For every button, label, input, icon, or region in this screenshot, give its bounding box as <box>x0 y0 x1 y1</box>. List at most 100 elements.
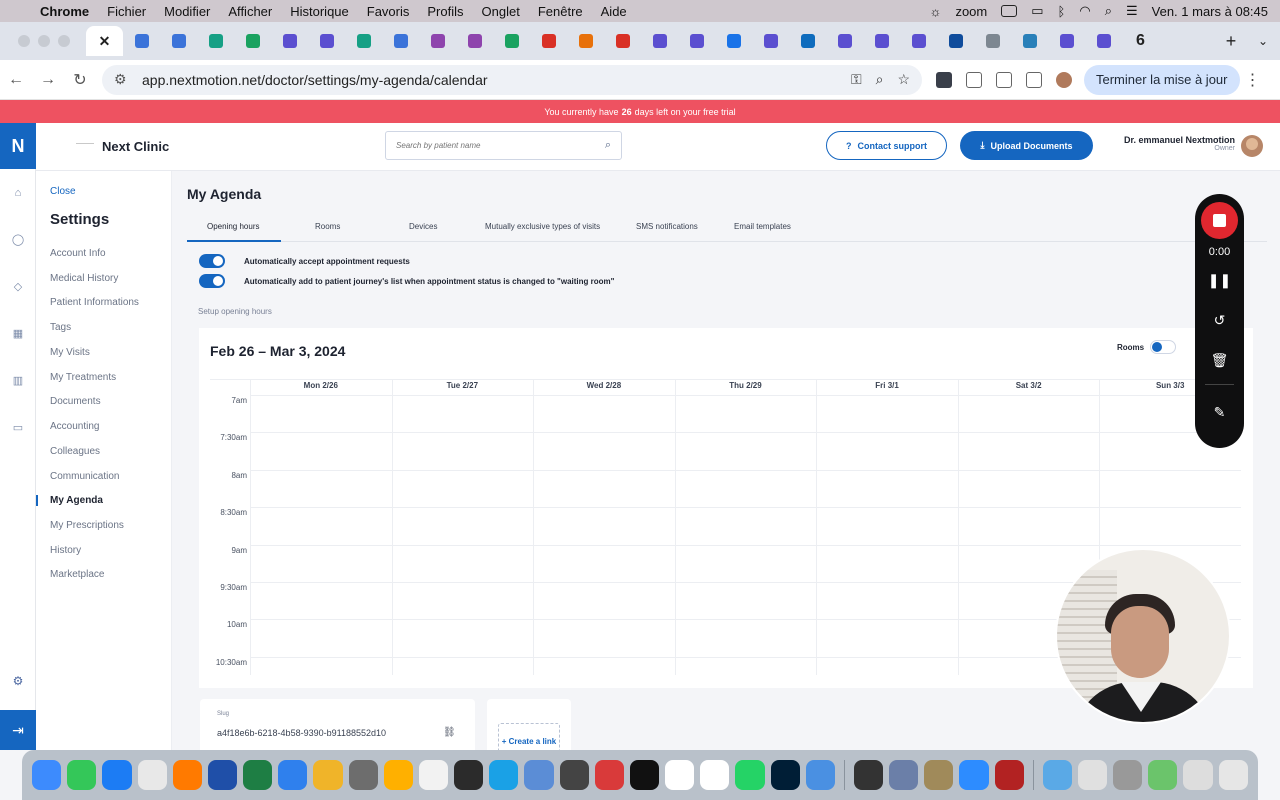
sidebar-item-history[interactable]: History <box>50 545 81 556</box>
close-tab-icon[interactable]: ✕ <box>99 33 111 50</box>
menu-aide[interactable]: Aide <box>601 4 627 19</box>
browser-tab[interactable] <box>234 26 271 56</box>
chat-icon[interactable]: ▭ <box>0 404 36 451</box>
browser-tab[interactable] <box>604 26 641 56</box>
close-settings-link[interactable]: Close <box>50 186 76 197</box>
wifi-icon[interactable]: ◠ <box>1079 3 1090 19</box>
browser-tab[interactable] <box>308 26 345 56</box>
dock-app-icon[interactable] <box>454 760 484 790</box>
forward-icon[interactable]: → <box>32 71 64 89</box>
dock-app-icon[interactable] <box>629 760 660 790</box>
sidebar-item-documents[interactable]: Documents <box>50 396 101 407</box>
download-icon[interactable] <box>996 71 1012 88</box>
sidebar-item-colleagues[interactable]: Colleagues <box>50 446 100 457</box>
dock-app-icon[interactable] <box>32 760 62 790</box>
dock-app-icon[interactable] <box>700 760 730 790</box>
browser-tab[interactable] <box>493 26 530 56</box>
sidebar-item-accounting[interactable]: Accounting <box>50 421 99 432</box>
browser-tab[interactable] <box>752 26 789 56</box>
browser-tab[interactable] <box>456 26 493 56</box>
browser-tab[interactable] <box>271 26 308 56</box>
dock-app-icon[interactable] <box>137 760 167 790</box>
create-link-button[interactable]: + Create a link <box>498 723 560 753</box>
dock-app-icon[interactable] <box>348 760 378 790</box>
stop-recording-button[interactable] <box>1201 202 1238 239</box>
minimize-window-button[interactable] <box>38 35 50 47</box>
browser-tab[interactable] <box>419 26 456 56</box>
dock-app-icon[interactable] <box>1218 760 1248 790</box>
menu-app-chrome[interactable]: Chrome <box>40 4 89 19</box>
menu-modifier[interactable]: Modifier <box>164 4 210 19</box>
bluetooth-icon[interactable]: ᛒ <box>1058 4 1066 19</box>
tab-email-templates[interactable]: Email templates <box>734 222 791 231</box>
dock-app-icon[interactable] <box>243 760 273 790</box>
sidebar-item-my-prescriptions[interactable]: My Prescriptions <box>50 520 124 531</box>
browser-tab[interactable] <box>937 26 974 56</box>
browser-tab[interactable] <box>826 26 863 56</box>
dock-app-icon[interactable] <box>735 760 765 790</box>
browser-tab[interactable] <box>1011 26 1048 56</box>
key-icon[interactable]: ⚿ <box>851 71 862 88</box>
copy-link-icon[interactable]: ⛓ <box>443 727 456 738</box>
tab-active[interactable]: ✕ <box>86 26 123 56</box>
dock-app-icon[interactable] <box>278 760 308 790</box>
menu-afficher[interactable]: Afficher <box>228 4 272 19</box>
user-info[interactable]: Dr. emmanuel Nextmotion Owner <box>1107 135 1235 152</box>
tab-search-button[interactable]: ⌄ <box>1246 34 1280 48</box>
browser-tab[interactable] <box>1085 26 1122 56</box>
sidebar-item-medical-history[interactable]: Medical History <box>50 273 118 284</box>
patients-icon[interactable]: ◯ <box>0 216 36 263</box>
auto-accept-toggle[interactable] <box>199 254 225 268</box>
dock-app-icon[interactable] <box>172 760 202 790</box>
zoom-status-item[interactable]: zoom <box>955 4 987 19</box>
battery-icon[interactable]: ▭ <box>1031 3 1043 19</box>
menu-favoris[interactable]: Favoris <box>367 4 410 19</box>
browser-tab[interactable] <box>900 26 937 56</box>
calendar-icon[interactable]: ▦ <box>0 310 36 357</box>
site-info-icon[interactable]: ⚙ <box>114 71 132 88</box>
search-icon[interactable]: ⌕ <box>605 139 611 152</box>
tab-mutually-exclusive[interactable]: Mutually exclusive types of visits <box>485 222 600 231</box>
dock-app-icon[interactable] <box>207 760 238 790</box>
finish-update-button[interactable]: Terminer la mise à jour <box>1084 64 1240 95</box>
contact-support-button[interactable]: ? Contact support <box>826 131 947 160</box>
webcam-bubble[interactable] <box>1055 548 1231 724</box>
back-icon[interactable]: ← <box>0 71 32 89</box>
dock-app-icon[interactable] <box>383 760 413 790</box>
dock-app-icon[interactable] <box>994 760 1024 790</box>
dock-app-icon[interactable] <box>102 760 132 790</box>
settings-gear-icon[interactable]: ⚙ <box>0 668 36 694</box>
tag-icon[interactable]: ◇ <box>0 263 36 310</box>
upload-documents-button[interactable]: ⤓ Upload Documents <box>960 131 1093 160</box>
browser-tab[interactable] <box>641 26 678 56</box>
side-panel-icon[interactable] <box>1026 71 1042 88</box>
dock-app-icon[interactable] <box>67 760 97 790</box>
browser-tab[interactable] <box>567 26 604 56</box>
auto-journey-toggle[interactable] <box>199 274 225 288</box>
clinic-icon[interactable]: ▥ <box>0 357 36 404</box>
tab-sms-notifications[interactable]: SMS notifications <box>636 222 698 231</box>
browser-tab[interactable] <box>382 26 419 56</box>
dock-app-icon[interactable] <box>559 760 589 790</box>
home-icon[interactable]: ⌂ <box>0 169 36 216</box>
sidebar-item-patient-informations[interactable]: Patient Informations <box>50 297 139 308</box>
url-text[interactable]: app.nextmotion.net/doctor/settings/my-ag… <box>142 72 488 88</box>
dock-app-icon[interactable] <box>924 760 954 790</box>
dock-app-icon[interactable] <box>853 760 884 790</box>
browser-tab[interactable] <box>160 26 197 56</box>
chrome-menu-icon[interactable]: ⋮ <box>1240 70 1266 90</box>
browser-tab[interactable] <box>974 26 1011 56</box>
address-bar[interactable]: ⚙ app.nextmotion.net/doctor/settings/my-… <box>102 64 922 95</box>
sidebar-item-communication[interactable]: Communication <box>50 471 119 482</box>
dock-app-icon[interactable] <box>313 760 343 790</box>
zoom-window-button[interactable] <box>58 35 70 47</box>
browser-tab[interactable] <box>863 26 900 56</box>
dock-app-icon[interactable] <box>805 760 835 790</box>
dock-app-icon[interactable] <box>524 760 554 790</box>
tab-rooms[interactable]: Rooms <box>315 222 340 231</box>
browser-tab[interactable] <box>1048 26 1085 56</box>
reload-icon[interactable]: ↻ <box>64 70 96 90</box>
close-window-button[interactable] <box>18 35 30 47</box>
profile-avatar-icon[interactable] <box>1056 71 1072 88</box>
rooms-toggle[interactable] <box>1150 340 1176 354</box>
